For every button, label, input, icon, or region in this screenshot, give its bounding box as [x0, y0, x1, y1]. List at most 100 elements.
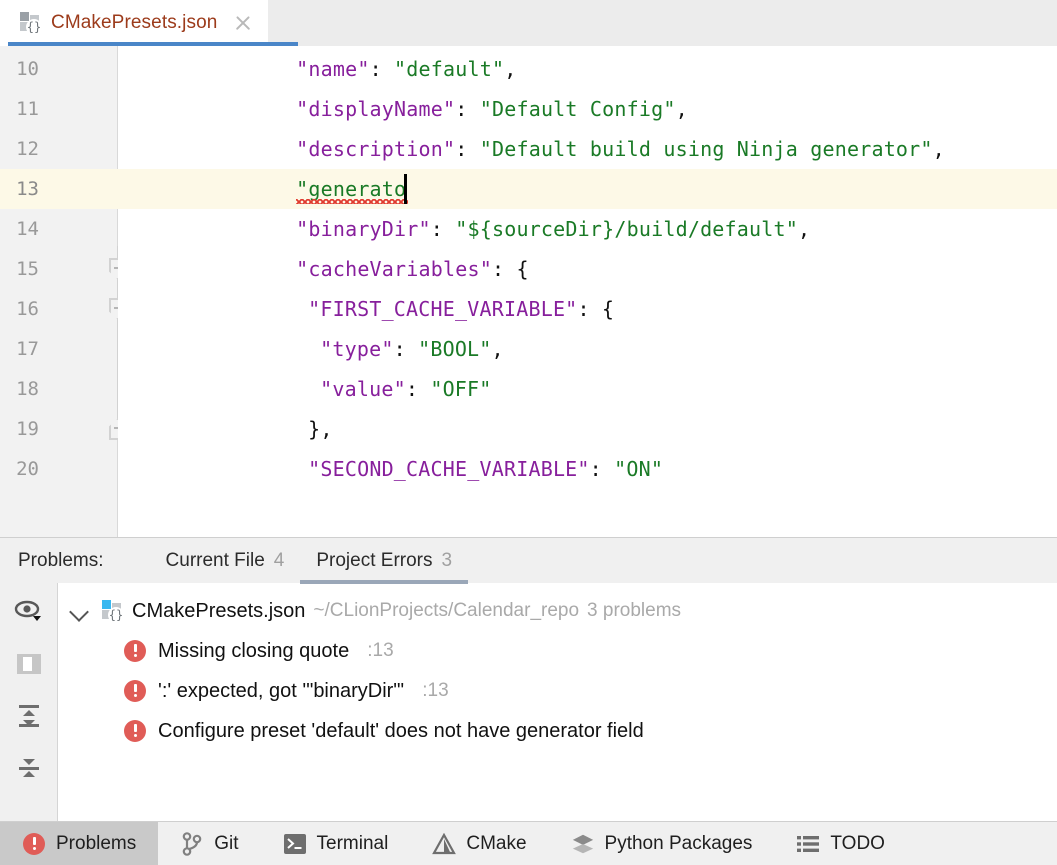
code-token: "binaryDir" — [296, 217, 431, 241]
list-icon — [796, 832, 820, 856]
code-token: , — [676, 97, 688, 121]
line-number: 19 — [0, 409, 39, 449]
code-token: }, — [308, 417, 332, 441]
statusbar-item-todo[interactable]: TODO — [774, 822, 907, 865]
code-token: : — [370, 57, 394, 81]
git-branch-icon — [180, 832, 204, 856]
text-caret — [404, 174, 407, 204]
editor-tab-cmakepresets[interactable]: {} CMakePresets.json — [0, 0, 268, 46]
problems-panel-body: {} CMakePresets.json ~/CLionProjects/Cal… — [0, 583, 1057, 821]
problem-item[interactable]: Missing closing quote :13 — [58, 631, 1057, 671]
statusbar-item-terminal[interactable]: Terminal — [261, 822, 411, 865]
tab-current-file[interactable]: Current File 4 — [150, 538, 301, 584]
code-token: "generato — [296, 177, 406, 201]
statusbar-label-python-packages: Python Packages — [605, 833, 753, 855]
tab-project-errors-count: 3 — [442, 550, 453, 572]
statusbar-item-problems[interactable]: Problems — [0, 822, 158, 865]
code-token: "type" — [320, 337, 393, 361]
eye-dropdown-icon[interactable] — [9, 593, 49, 631]
json-file-icon: {} — [100, 599, 124, 623]
problems-file-count: 3 problems — [587, 600, 681, 622]
problem-message: Missing closing quote — [158, 640, 349, 663]
code-editor[interactable]: 1011121314151617181920 "name": "default"… — [0, 46, 1057, 537]
preview-panel-icon[interactable] — [9, 645, 49, 683]
error-circle-icon — [124, 680, 146, 702]
code-line: "generato — [296, 169, 406, 209]
statusbar-label-todo: TODO — [830, 833, 885, 855]
code-token: "displayName" — [296, 97, 455, 121]
line-number: 17 — [0, 329, 39, 369]
tool-window-status-bar: Problems Git Ter — [0, 821, 1057, 865]
line-number: 16 — [0, 289, 39, 329]
code-token: : — [431, 217, 455, 241]
code-token: , — [492, 337, 504, 361]
tab-project-errors-label: Project Errors — [316, 550, 432, 572]
code-line: "binaryDir": "${sourceDir}/build/default… — [296, 209, 810, 249]
line-number: 13 — [0, 169, 39, 209]
error-circle-icon — [124, 640, 146, 662]
code-token: : { — [577, 297, 614, 321]
statusbar-item-git[interactable]: Git — [158, 822, 260, 865]
terminal-icon — [283, 832, 307, 856]
code-token: "OFF" — [430, 377, 491, 401]
code-token: : { — [492, 257, 529, 281]
statusbar-item-cmake[interactable]: CMake — [410, 822, 548, 865]
line-number: 10 — [0, 49, 39, 89]
line-number: 18 — [0, 369, 39, 409]
line-number: 15 — [0, 249, 39, 289]
close-icon[interactable] — [232, 12, 254, 34]
problems-panel-header: Problems: Current File 4 Project Errors … — [0, 537, 1057, 583]
problem-item[interactable]: Configure preset 'default' does not have… — [58, 711, 1057, 751]
statusbar-label-problems: Problems — [56, 833, 136, 855]
problem-line: :13 — [422, 680, 448, 702]
expand-all-icon[interactable] — [9, 697, 49, 735]
statusbar-label-git: Git — [214, 833, 238, 855]
code-line: "cacheVariables": { — [296, 249, 529, 289]
code-token: , — [504, 57, 516, 81]
problems-tree[interactable]: {} CMakePresets.json ~/CLionProjects/Cal… — [58, 583, 1057, 821]
editor-gutter[interactable]: 1011121314151617181920 — [0, 46, 118, 537]
problems-file-node[interactable]: {} CMakePresets.json ~/CLionProjects/Cal… — [58, 591, 1057, 631]
error-circle-icon — [124, 720, 146, 742]
problem-message: Configure preset 'default' does not have… — [158, 720, 644, 743]
tab-current-file-count: 4 — [274, 550, 285, 572]
statusbar-label-terminal: Terminal — [317, 833, 389, 855]
code-token: "BOOL" — [418, 337, 491, 361]
statusbar-label-cmake: CMake — [466, 833, 526, 855]
code-text-area[interactable]: "name": "default","displayName": "Defaul… — [118, 46, 1057, 537]
line-number: 11 — [0, 89, 39, 129]
statusbar-item-python-packages[interactable]: Python Packages — [549, 822, 775, 865]
code-token: : — [394, 337, 418, 361]
tab-project-errors[interactable]: Project Errors 3 — [300, 538, 468, 584]
code-token: "ON" — [614, 457, 663, 481]
code-line: "description": "Default build using Ninj… — [296, 129, 945, 169]
line-number: 12 — [0, 129, 39, 169]
tab-current-file-label: Current File — [166, 550, 265, 572]
code-token: : — [590, 457, 614, 481]
error-circle-icon — [22, 832, 46, 856]
problem-line: :13 — [367, 640, 393, 662]
editor-tab-bar: {} CMakePresets.json — [0, 0, 1057, 46]
code-token: "description" — [296, 137, 455, 161]
code-token: "default" — [394, 57, 504, 81]
code-token: "cacheVariables" — [296, 257, 492, 281]
code-token: : — [455, 137, 479, 161]
code-token: "SECOND_CACHE_VARIABLE" — [308, 457, 590, 481]
problems-label: Problems: — [18, 550, 104, 572]
collapse-all-icon[interactable] — [9, 749, 49, 787]
json-file-icon: {} — [18, 11, 42, 35]
code-token: "name" — [296, 57, 369, 81]
code-line: "FIRST_CACHE_VARIABLE": { — [308, 289, 614, 329]
chevron-down-icon[interactable] — [66, 598, 92, 624]
code-line: "displayName": "Default Config", — [296, 89, 688, 129]
problems-toolbar — [0, 583, 58, 821]
code-token: "FIRST_CACHE_VARIABLE" — [308, 297, 577, 321]
code-token: , — [933, 137, 945, 161]
line-number: 14 — [0, 209, 39, 249]
code-token: : — [406, 377, 430, 401]
problem-item[interactable]: ':' expected, got '"binaryDir"' :13 — [58, 671, 1057, 711]
problem-message: ':' expected, got '"binaryDir"' — [158, 680, 404, 703]
code-token: "Default Config" — [480, 97, 676, 121]
layers-icon — [571, 832, 595, 856]
code-token: "value" — [320, 377, 406, 401]
